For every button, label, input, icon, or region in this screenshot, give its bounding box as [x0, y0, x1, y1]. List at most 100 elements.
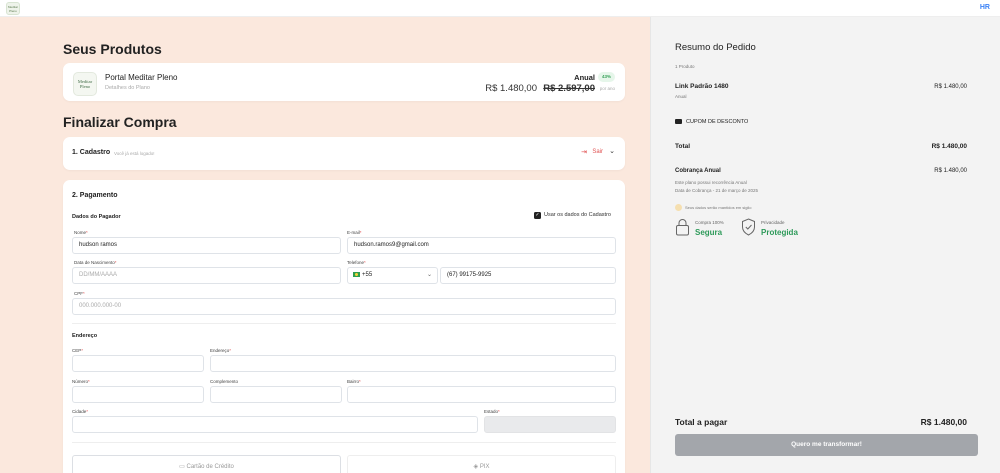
billing-date: Data de Cobrança - 21 de março de 2025 — [675, 188, 759, 193]
use-registration-label[interactable]: Usar os dados do Cadastro — [544, 212, 611, 218]
trust-privacy-small: Privacidade — [761, 220, 785, 225]
email-input[interactable]: hudson.ramos9@gmail.com — [347, 237, 616, 254]
order-summary-panel: Resumo do Pedido 1 Produto Link Padrão 1… — [650, 17, 1000, 473]
credit-card-icon: ▭ — [179, 464, 185, 470]
payment-tab-pix[interactable]: ◈ PIX — [347, 455, 616, 473]
complement-label: Complemento — [210, 379, 238, 384]
district-input[interactable] — [347, 386, 616, 403]
street-label-text: Endereço — [210, 348, 230, 353]
coupon-label: CUPOM DE DESCONTO — [686, 119, 749, 125]
birth-date-input[interactable]: DD/MM/AAAA — [72, 267, 341, 284]
number-input[interactable] — [72, 386, 204, 403]
pay-total-label: Total a pagar — [675, 417, 728, 427]
product-card: Meditar Pleno Portal Meditar Pleno Detal… — [63, 63, 625, 101]
cep-label: CEP* — [72, 348, 84, 353]
brazil-flag-icon — [353, 271, 360, 277]
divider — [72, 323, 616, 324]
name-input[interactable]: hudson ramos — [72, 237, 341, 254]
product-details-link[interactable]: Detalhes do Plano — [105, 85, 150, 91]
privacy-note: Seus dados serão mantidos em sigilo — [685, 205, 752, 210]
coupon-toggle[interactable]: CUPOM DE DESCONTO — [675, 119, 748, 125]
divider — [72, 442, 616, 443]
summary-title: Resumo do Pedido — [675, 42, 756, 53]
city-label: Cidade* — [72, 409, 89, 414]
summary-line-value: R$ 1.480,00 — [934, 84, 967, 90]
logout-icon[interactable]: ⇥ — [581, 148, 587, 156]
secure-lock-icon — [676, 219, 689, 236]
email-label: E-mail* — [347, 230, 362, 235]
complement-label-text: Complemento — [210, 379, 239, 384]
checkout-panel: Seus Produtos Meditar Pleno Portal Medit… — [0, 17, 650, 473]
birth-label: Data de Nascimento* — [74, 260, 117, 265]
district-label-text: Bairro — [347, 379, 360, 384]
top-bar: Meditar Pleno HR — [0, 0, 1000, 17]
district-label: Bairro* — [347, 379, 361, 384]
trust-purchase-small: Compra 100% — [695, 220, 724, 225]
name-label-text: Nome — [74, 230, 87, 235]
logged-in-hint: Você já está logado! — [114, 151, 155, 156]
products-title: Seus Produtos — [63, 41, 162, 57]
chevron-down-icon: ⌄ — [426, 272, 432, 278]
step-registration-card[interactable]: 1. Cadastro Você já está logado! ⇥ Sair … — [63, 137, 625, 170]
country-code-value: +55 — [362, 272, 373, 278]
city-input[interactable] — [72, 416, 478, 433]
product-count: 1 Produto — [675, 64, 695, 69]
plan-name: Anual — [574, 73, 595, 82]
billing-value: R$ 1.480,00 — [934, 168, 967, 174]
cep-label-text: CEP — [72, 348, 82, 353]
country-code-select[interactable]: +55 ⌄ — [347, 267, 438, 284]
total-value: R$ 1.480,00 — [931, 143, 967, 150]
brand-logo-text: Meditar Pleno — [7, 5, 18, 13]
complement-input[interactable] — [210, 386, 342, 403]
step-payment-card: 2. Pagamento Dados do Pagador ✓ Usar os … — [63, 180, 625, 473]
payment-tab-credit-card[interactable]: ▭ Cartão de Crédito — [72, 455, 341, 473]
trust-purchase-big: Segura — [695, 228, 723, 237]
payment-tab-credit-card-label: Cartão de Crédito — [186, 464, 234, 470]
cpf-label: CPF* — [74, 291, 85, 296]
summary-line-name: Link Padrão 1480 — [675, 83, 729, 90]
name-label: Nome* — [74, 230, 88, 235]
email-label-text: E-mail — [347, 230, 360, 235]
state-label: Estado* — [484, 409, 500, 414]
total-label: Total — [675, 143, 691, 150]
street-label: Endereço* — [210, 348, 232, 353]
price-period: por ano — [599, 86, 615, 91]
step-registration-title: 1. Cadastro — [72, 149, 111, 156]
payer-section-title: Dados do Pagador — [72, 214, 121, 220]
logout-button[interactable]: Sair — [592, 149, 603, 155]
address-section-title: Endereço — [72, 333, 98, 339]
brand-logo[interactable]: Meditar Pleno — [6, 2, 20, 15]
user-initials-button[interactable]: HR — [980, 4, 990, 11]
billing-label: Cobrança Anual — [675, 168, 721, 174]
chevron-down-icon[interactable]: ⌄ — [609, 147, 615, 155]
step-payment-title: 2. Pagamento — [72, 192, 118, 199]
cep-input[interactable] — [72, 355, 204, 372]
payment-tab-pix-label: PIX — [479, 464, 490, 470]
summary-line-period: Anual — [675, 94, 687, 99]
ticket-icon — [675, 119, 682, 125]
street-input[interactable] — [210, 355, 616, 372]
pay-total-value: R$ 1.480,00 — [920, 417, 967, 427]
state-label-text: Estado — [484, 409, 499, 414]
product-name: Portal Meditar Pleno — [105, 73, 178, 82]
number-label-text: Número — [72, 379, 89, 384]
product-thumbnail: Meditar Pleno — [73, 72, 97, 96]
product-thumbnail-line2: Pleno — [79, 84, 91, 89]
state-select[interactable] — [484, 416, 616, 433]
use-registration-checkbox[interactable]: ✓ — [534, 212, 541, 219]
phone-label: Telefone* — [347, 260, 366, 265]
old-price: R$ 2.597,00 — [543, 83, 595, 94]
phone-label-text: Telefone — [347, 260, 365, 265]
current-price: R$ 1.480,00 — [485, 83, 537, 94]
submit-order-button[interactable]: Quero me transformar! — [675, 434, 978, 456]
phone-input[interactable]: (67) 99175-9925 — [440, 267, 616, 284]
cpf-input[interactable]: 000.000.000-00 — [72, 298, 616, 315]
checkout-title: Finalizar Compra — [63, 114, 177, 130]
shield-check-icon — [742, 218, 755, 236]
cpf-label-text: CPF — [74, 291, 83, 296]
city-label-text: Cidade — [72, 409, 87, 414]
lock-notice-icon — [675, 204, 682, 211]
pix-icon: ◈ — [473, 464, 479, 470]
discount-badge: 43% — [598, 72, 615, 82]
number-label: Número* — [72, 379, 90, 384]
